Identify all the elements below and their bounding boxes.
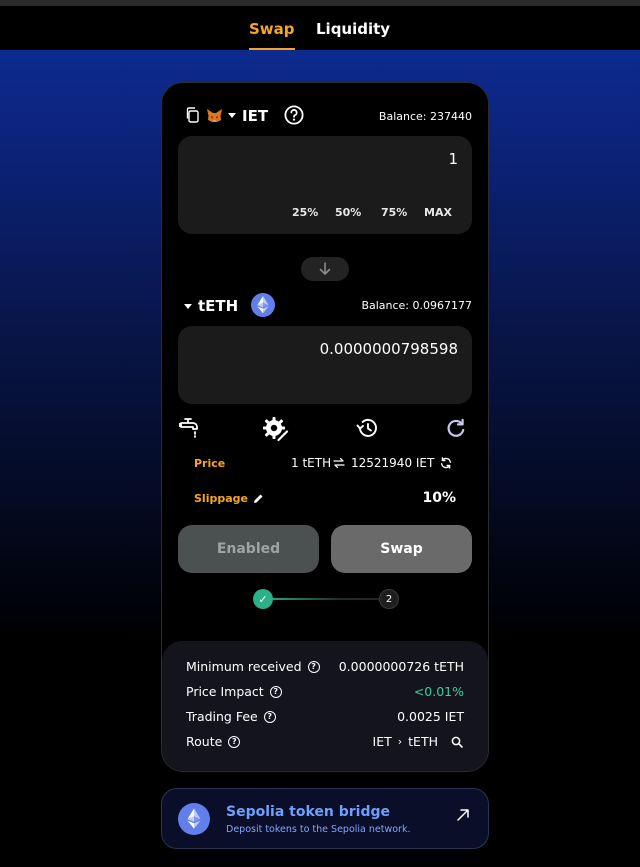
percent-25-button[interactable]: 25% [292,206,318,219]
to-balance: Balance: 0.0967177 [361,299,472,312]
trading-fee-label: Trading Fee [186,709,258,724]
sepolia-bridge-banner[interactable]: Sepolia token bridge Deposit tokens to t… [161,788,489,849]
ethereum-icon [178,803,210,835]
pencil-icon[interactable] [252,492,264,504]
external-arrow-icon[interactable] [455,807,471,823]
history-icon[interactable] [355,417,379,439]
metamask-fox-icon[interactable] [205,107,223,123]
price-impact-row: Price Impact? <0.01% [186,684,464,700]
help-circle-icon[interactable] [284,105,304,125]
refresh-icon[interactable] [444,417,468,441]
price-quote: 12521940 IET [351,456,435,470]
swap-arrows-icon [333,457,345,469]
trading-fee-row: Trading Fee? 0.0025 IET [186,709,464,725]
price-label: Price [194,457,226,470]
help-circle-icon[interactable]: ? [228,735,241,748]
step-1-indicator: ✓ [253,589,273,609]
bridge-title: Sepolia token bridge [226,804,390,820]
price-base: 1 tETH [291,456,332,470]
refresh-icon [441,457,451,469]
slippage-value[interactable]: 10% [422,490,456,506]
route-to-token: tETH [408,734,438,749]
percent-50-button[interactable]: 50% [335,206,361,219]
step-progress-line [262,598,390,600]
caret-down-icon[interactable] [227,111,237,119]
tab-liquidity[interactable]: Liquidity [316,20,390,38]
percent-75-button[interactable]: 75% [381,206,407,219]
caret-down-icon[interactable] [183,302,193,310]
minimum-received-value: 0.0000000726 tETH [338,659,464,674]
copy-icon[interactable] [184,106,200,124]
swap-button[interactable]: Swap [331,525,472,573]
faucet-icon[interactable] [178,416,204,440]
trading-fee-value: 0.0025 IET [397,709,464,724]
settings-icon[interactable] [263,416,289,442]
from-amount-input[interactable] [198,150,458,168]
bridge-subtitle: Deposit tokens to the Sepolia network. [226,824,411,835]
ethereum-icon [251,293,275,317]
trade-details: Minimum received? 0.0000000726 tETH Pric… [162,641,488,771]
help-circle-icon[interactable]: ? [263,710,276,723]
switch-direction-button[interactable] [301,257,349,281]
arrow-down-icon [319,262,331,275]
slippage-label: Slippage [194,492,248,505]
search-icon[interactable] [450,735,464,749]
step-2-indicator: 2 [379,589,399,609]
to-token-name[interactable]: tETH [198,297,238,315]
price-impact-label: Price Impact [186,684,264,699]
swap-card: IET Balance: 237440 25% 50% 75% MAX tETH… [161,82,489,772]
route-from-token: IET [372,734,392,749]
from-balance: Balance: 237440 [378,110,472,123]
minimum-received-label: Minimum received [186,659,302,674]
route-separator: › [397,735,403,748]
max-button[interactable]: MAX [424,206,452,219]
top-nav: Swap Liquidity [0,0,640,50]
help-circle-icon[interactable]: ? [269,685,282,698]
route-row: Route? IET › tETH [186,734,464,750]
enabled-button[interactable]: Enabled [178,525,319,573]
invert-price-button[interactable] [439,456,453,470]
help-circle-icon[interactable]: ? [307,660,320,673]
route-label: Route [186,734,223,749]
from-amount-box: 25% 50% 75% MAX [178,136,472,234]
minimum-received-row: Minimum received? 0.0000000726 tETH [186,659,464,675]
tab-swap[interactable]: Swap [249,20,295,50]
to-amount-box [178,326,472,404]
from-token-name[interactable]: IET [242,107,268,125]
to-amount-input[interactable] [198,340,458,358]
price-impact-value: <0.01% [413,684,464,699]
